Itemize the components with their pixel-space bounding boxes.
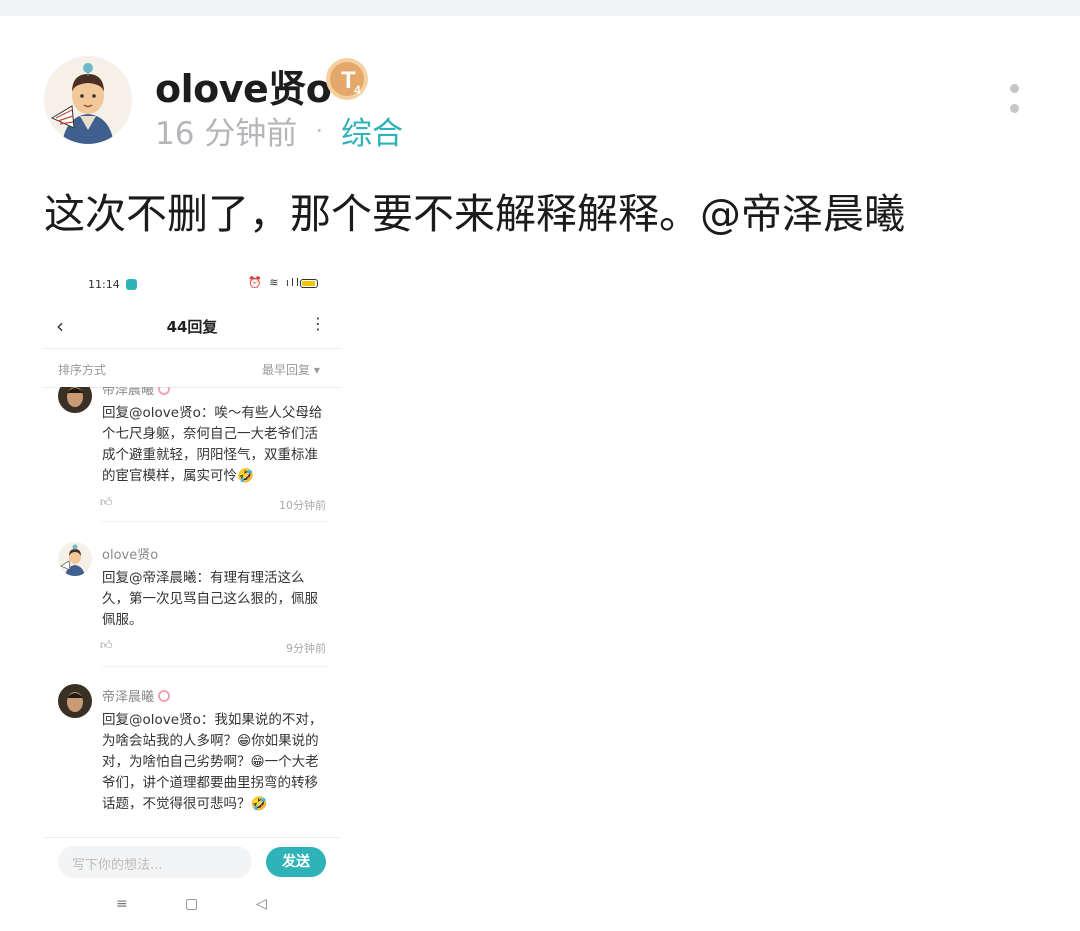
comment-input-bar: 写下你的想法... 发送: [44, 837, 340, 885]
comment-text: 回复@olove贤o：我如果说的不对，为啥会站我的人多啊？😁你如果说的对，为啥怕…: [102, 712, 323, 812]
comment-text: 回复@olove贤o：唉～有些人父母给个七尺身躯，奈何自己一大老爷们活成个避重就…: [102, 405, 323, 484]
level-badge-icon: T 4: [326, 58, 368, 100]
system-nav-bar: ≡ ▢ ◁: [44, 885, 340, 926]
status-bar: 11:14 ⏰ ≋ ıll: [44, 262, 340, 304]
sort-bar: 排序方式 最早回复 ▾: [44, 349, 340, 387]
vip-icon: [158, 387, 171, 395]
level-badge: T 4: [324, 56, 370, 102]
back-nav-icon[interactable]: ◁: [256, 896, 267, 912]
like-icon[interactable]: 👍︎: [100, 495, 113, 510]
status-time: 11:14: [88, 278, 120, 291]
commenter-avatar[interactable]: [58, 684, 92, 718]
app-notification-icon: [126, 279, 137, 290]
comment-divider: [102, 521, 328, 522]
embedded-screenshot[interactable]: 11:14 ⏰ ≋ ıll ‹ 44回复 ⋮ 排序方式 最早回复 ▾ 帝泽晨曦 …: [44, 262, 340, 926]
sort-label: 排序方式: [58, 363, 107, 377]
comment-time: 10分钟前: [279, 499, 326, 512]
post-category[interactable]: 综合: [341, 108, 403, 153]
reply-nav-bar: ‹ 44回复 ⋮: [44, 304, 340, 348]
reply-count-title: 44回复: [166, 318, 218, 336]
level-badge-number: 4: [354, 83, 361, 97]
home-nav-icon[interactable]: ▢: [185, 896, 198, 912]
commenter-name[interactable]: 帝泽晨曦: [102, 686, 171, 705]
post-meta: 16 分钟前 · 综合: [155, 108, 403, 153]
comment-time: 9分钟前: [286, 642, 326, 655]
nav-more-icon[interactable]: ⋮: [310, 314, 326, 333]
post-text: 这次不删了，那个要不来解释解释。@帝泽晨曦: [44, 190, 905, 238]
author-name[interactable]: olove贤o: [155, 58, 332, 113]
commenter-name-text: 帝泽晨曦: [102, 690, 155, 705]
battery-icon: [300, 279, 318, 288]
author-avatar[interactable]: [44, 56, 132, 144]
commenter-avatar[interactable]: [58, 387, 92, 413]
commenter-name[interactable]: 帝泽晨曦: [102, 387, 171, 398]
commenter-avatar[interactable]: [58, 542, 92, 576]
top-strip: [0, 0, 1080, 16]
more-options-icon[interactable]: [1006, 84, 1022, 118]
meta-separator: ·: [315, 116, 323, 145]
comment-list: 帝泽晨曦 回复@olove贤o：唉～有些人父母给个七尺身躯，奈何自己一大老爷们活…: [44, 387, 340, 837]
comment-divider: [102, 666, 328, 667]
comment-input[interactable]: 写下你的想法...: [58, 846, 252, 878]
send-button[interactable]: 发送: [266, 847, 326, 877]
comment-text: 回复@帝泽晨曦：有理有理活这么久，第一次见骂自己这么狠的，佩服佩服。: [102, 570, 318, 628]
commenter-name-text: 帝泽晨曦: [102, 387, 155, 398]
avatar-illustration: [44, 56, 132, 144]
sort-dropdown[interactable]: 最早回复 ▾: [262, 361, 320, 378]
post-time: 16 分钟前: [155, 116, 298, 152]
commenter-name[interactable]: olove贤o: [102, 544, 158, 563]
like-icon[interactable]: 👍︎: [100, 638, 113, 653]
vip-icon: [158, 690, 171, 702]
menu-nav-icon[interactable]: ≡: [116, 896, 128, 912]
status-icons: ⏰ ≋ ıll: [248, 276, 302, 289]
